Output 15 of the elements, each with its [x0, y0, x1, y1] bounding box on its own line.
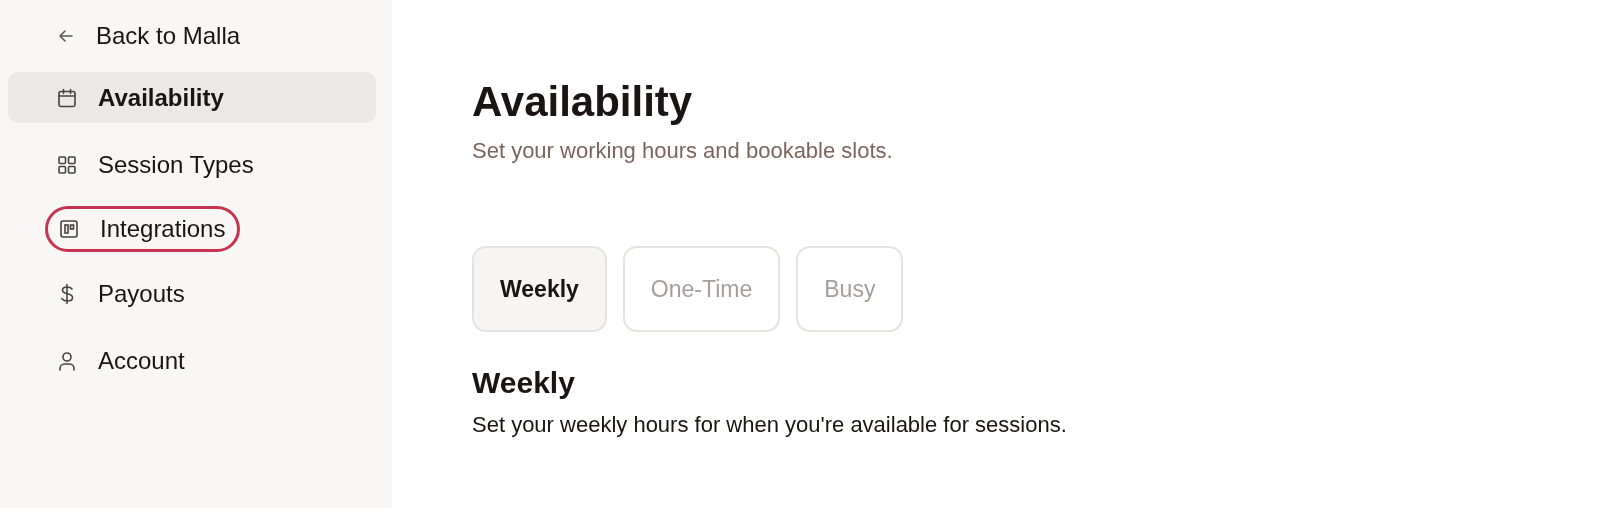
tab[interactable]: Weekly — [472, 246, 607, 332]
section-description: Set your weekly hours for when you're available for sessions. — [472, 412, 1068, 438]
sidebar-item[interactable]: Payouts — [8, 268, 376, 319]
section-title: Weekly — [472, 366, 576, 400]
sidebar-item[interactable]: Account — [8, 335, 376, 386]
sidebar-item[interactable]: Availability — [8, 72, 376, 123]
board-icon — [58, 218, 80, 240]
sidebar-item[interactable]: Session Types — [8, 139, 376, 190]
person-icon — [56, 349, 78, 372]
grid-icon — [56, 153, 78, 176]
back-link[interactable]: Back to Malla — [8, 16, 384, 56]
sidebar-item[interactable]: Integrations — [45, 206, 241, 252]
page-title: Availability — [472, 77, 694, 127]
calendar-icon — [56, 86, 78, 109]
page-subtitle: Set your working hours and bookable slots. — [472, 138, 894, 164]
